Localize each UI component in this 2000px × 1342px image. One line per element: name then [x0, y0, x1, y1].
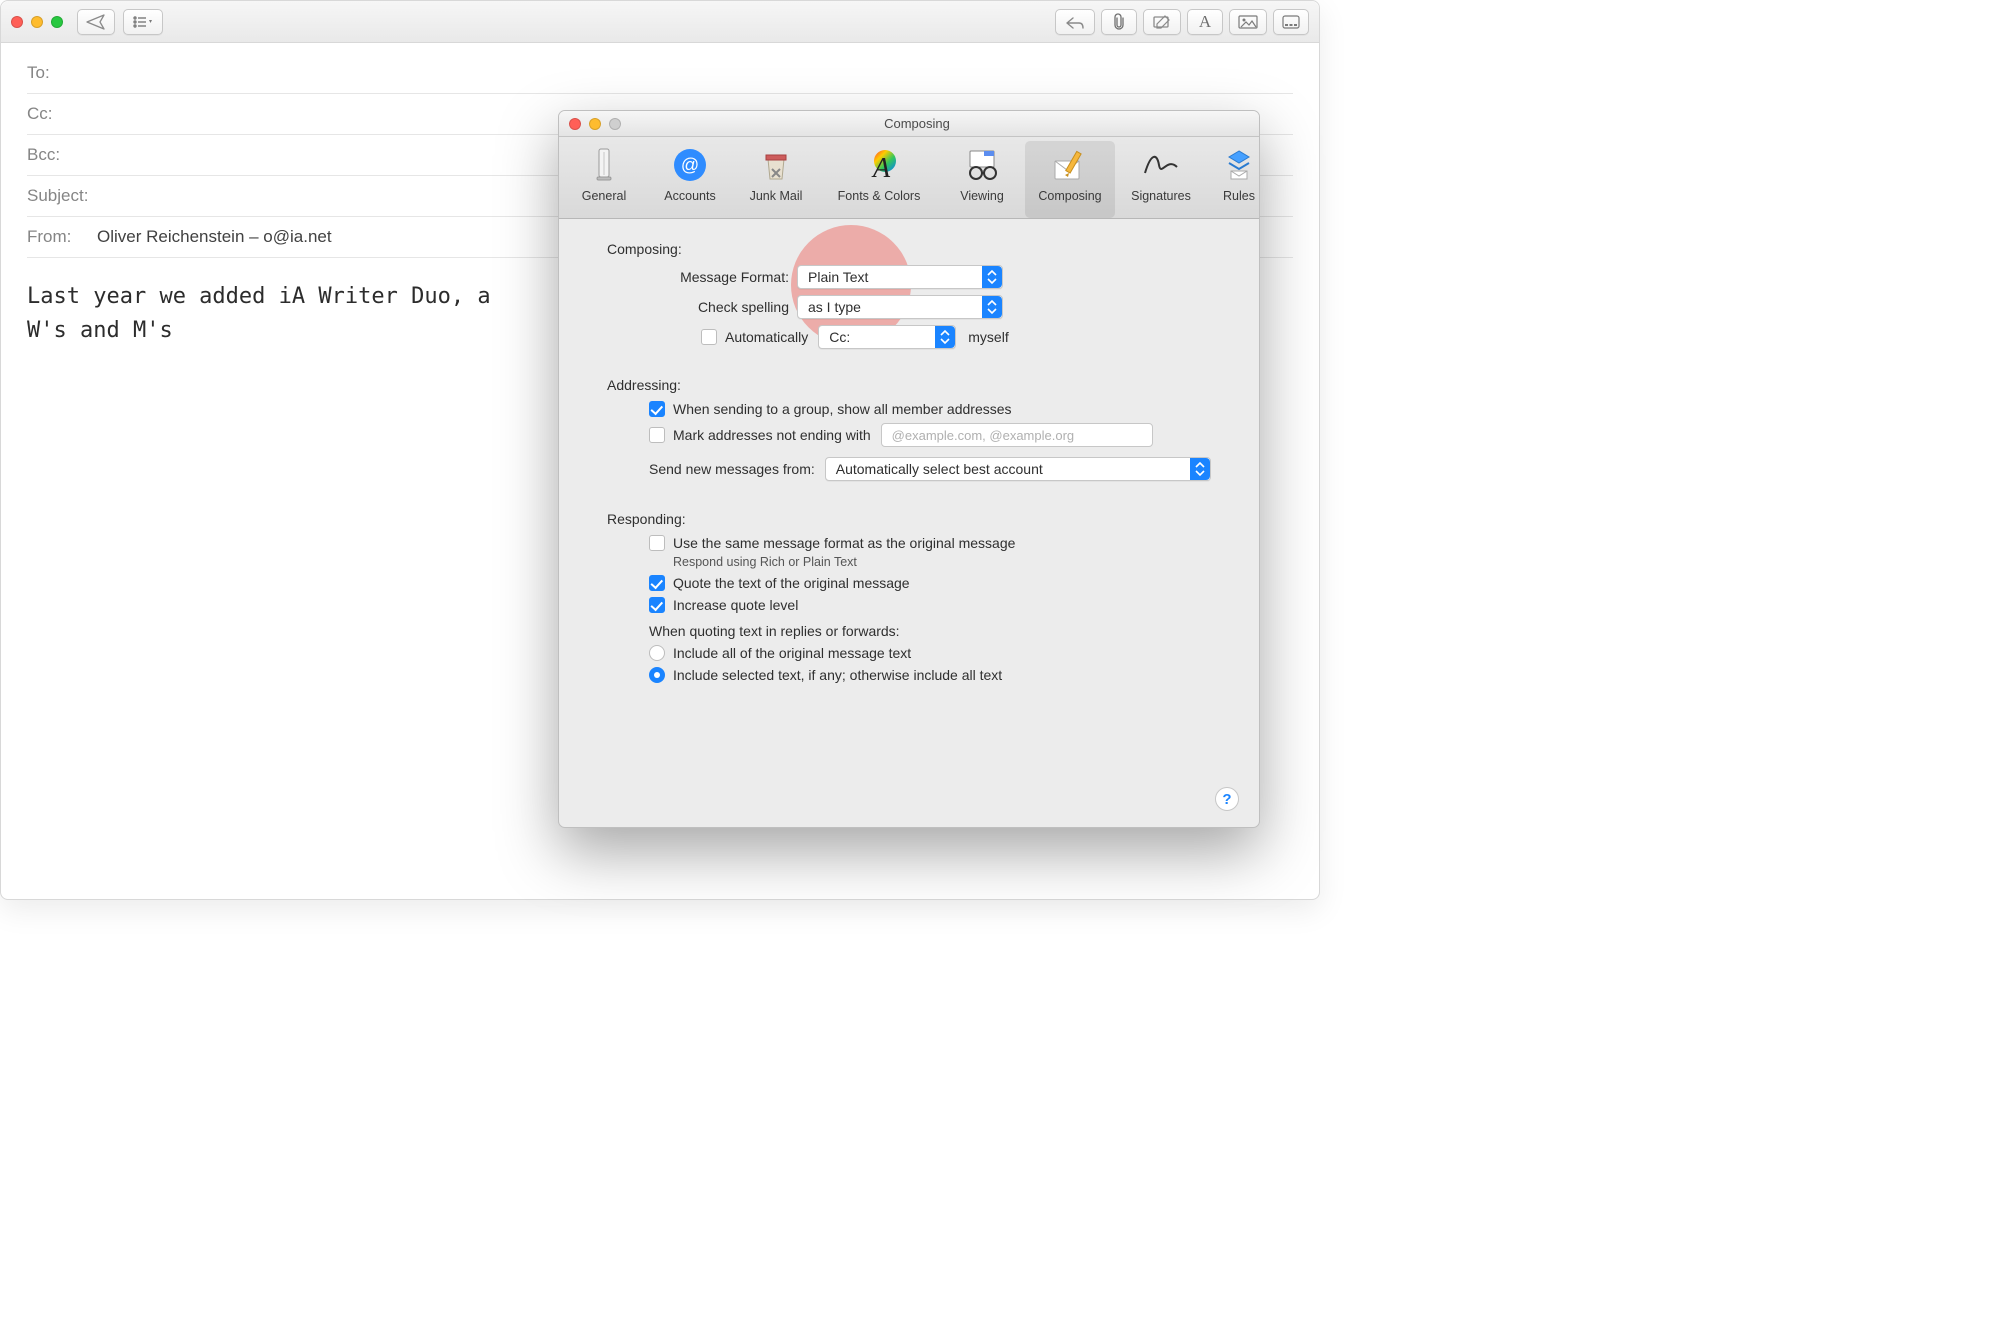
chevron-updown-icon — [1190, 458, 1210, 480]
svg-text:A: A — [871, 153, 891, 183]
markup-button[interactable] — [1143, 9, 1181, 35]
general-icon — [584, 145, 624, 185]
same-format-sublabel: Respond using Rich or Plain Text — [673, 555, 1233, 569]
same-format-label: Use the same message format as the origi… — [673, 535, 1015, 551]
mark-addresses-placeholder: @example.com, @example.org — [892, 428, 1074, 443]
chevron-updown-icon — [982, 296, 1002, 318]
header-options-button[interactable] — [123, 9, 163, 35]
tab-rules[interactable]: Rules — [1207, 141, 1260, 218]
tab-label: Accounts — [664, 189, 715, 203]
viewing-icon — [962, 145, 1002, 185]
signatures-icon — [1141, 145, 1181, 185]
mark-addresses-checkbox[interactable] — [649, 427, 665, 443]
include-all-label: Include all of the original message text — [673, 645, 911, 661]
message-format-label: Message Format: — [649, 269, 789, 285]
tab-label: Signatures — [1131, 189, 1191, 203]
bcc-label: Bcc: — [27, 145, 107, 165]
automatically-label: Automatically — [725, 329, 808, 345]
check-spelling-label: Check spelling — [649, 299, 789, 315]
same-format-checkbox[interactable] — [649, 535, 665, 551]
section-composing: Composing: — [607, 241, 1233, 257]
preferences-titlebar: Composing — [559, 111, 1259, 137]
check-spelling-select[interactable]: as I type — [797, 295, 1003, 319]
send-from-select[interactable]: Automatically select best account — [825, 457, 1211, 481]
svg-text:@: @ — [681, 155, 699, 175]
tab-composing[interactable]: Composing — [1025, 141, 1115, 218]
automatically-checkbox[interactable] — [701, 329, 717, 345]
include-selected-radio[interactable] — [649, 667, 665, 683]
composing-icon — [1050, 145, 1090, 185]
tab-label: Viewing — [960, 189, 1004, 203]
zoom-icon[interactable] — [51, 16, 63, 28]
close-icon[interactable] — [569, 118, 581, 130]
send-from-label: Send new messages from: — [649, 461, 815, 477]
tab-junk[interactable]: Junk Mail — [733, 141, 819, 218]
check-spelling-value: as I type — [808, 299, 861, 315]
compose-titlebar: A — [1, 1, 1319, 43]
quote-original-checkbox[interactable] — [649, 575, 665, 591]
send-from-value: Automatically select best account — [836, 461, 1043, 477]
message-format-select[interactable]: Plain Text — [797, 265, 1003, 289]
quoting-header: When quoting text in replies or forwards… — [649, 623, 900, 639]
reply-button[interactable] — [1055, 9, 1095, 35]
emoji-button[interactable] — [1273, 9, 1309, 35]
quote-original-label: Quote the text of the original message — [673, 575, 910, 591]
preferences-body: Composing: Message Format: Plain Text Ch… — [559, 219, 1259, 827]
accounts-icon: @ — [670, 145, 710, 185]
from-value: Oliver Reichenstein – o@ia.net — [97, 227, 332, 247]
preferences-tabs: General @ Accounts Junk Mail — [559, 137, 1259, 219]
subject-label: Subject: — [27, 186, 107, 206]
tab-signatures[interactable]: Signatures — [1115, 141, 1207, 218]
fonts-colors-icon: A — [859, 145, 899, 185]
include-selected-label: Include selected text, if any; otherwise… — [673, 667, 1002, 683]
cc-bcc-select[interactable]: Cc: — [818, 325, 956, 349]
section-responding: Responding: — [607, 511, 1233, 527]
from-label: From: — [27, 227, 97, 247]
preferences-window: Composing General @ Accounts Junk Mail — [558, 110, 1260, 828]
preferences-title: Composing — [585, 116, 1249, 131]
format-button[interactable]: A — [1187, 9, 1223, 35]
increase-quote-label: Increase quote level — [673, 597, 798, 613]
tab-fonts-colors[interactable]: A Fonts & Colors — [819, 141, 939, 218]
increase-quote-checkbox[interactable] — [649, 597, 665, 613]
myself-label: myself — [968, 329, 1008, 345]
mark-addresses-label: Mark addresses not ending with — [673, 427, 871, 443]
tab-label: Junk Mail — [750, 189, 803, 203]
rules-icon — [1219, 145, 1259, 185]
section-addressing: Addressing: — [607, 377, 1233, 393]
send-button[interactable] — [77, 9, 115, 35]
tab-viewing[interactable]: Viewing — [939, 141, 1025, 218]
tab-accounts[interactable]: @ Accounts — [647, 141, 733, 218]
to-label: To: — [27, 63, 107, 83]
to-field-row[interactable]: To: — [27, 53, 1293, 94]
tab-general[interactable]: General — [561, 141, 647, 218]
attach-button[interactable] — [1101, 9, 1137, 35]
message-format-value: Plain Text — [808, 269, 868, 285]
help-button[interactable]: ? — [1215, 787, 1239, 811]
chevron-updown-icon — [982, 266, 1002, 288]
tab-label: Composing — [1038, 189, 1101, 203]
tab-label: Rules — [1223, 189, 1255, 203]
minimize-icon[interactable] — [31, 16, 43, 28]
group-addresses-label: When sending to a group, show all member… — [673, 401, 1012, 417]
window-traffic-lights — [11, 16, 63, 28]
junk-icon — [756, 145, 796, 185]
include-all-radio[interactable] — [649, 645, 665, 661]
tab-label: General — [582, 189, 626, 203]
photo-browser-button[interactable] — [1229, 9, 1267, 35]
group-addresses-checkbox[interactable] — [649, 401, 665, 417]
cc-bcc-value: Cc: — [829, 329, 850, 345]
cc-label: Cc: — [27, 104, 107, 124]
mark-addresses-field[interactable]: @example.com, @example.org — [881, 423, 1153, 447]
tab-label: Fonts & Colors — [838, 189, 921, 203]
close-icon[interactable] — [11, 16, 23, 28]
chevron-updown-icon — [935, 326, 955, 348]
